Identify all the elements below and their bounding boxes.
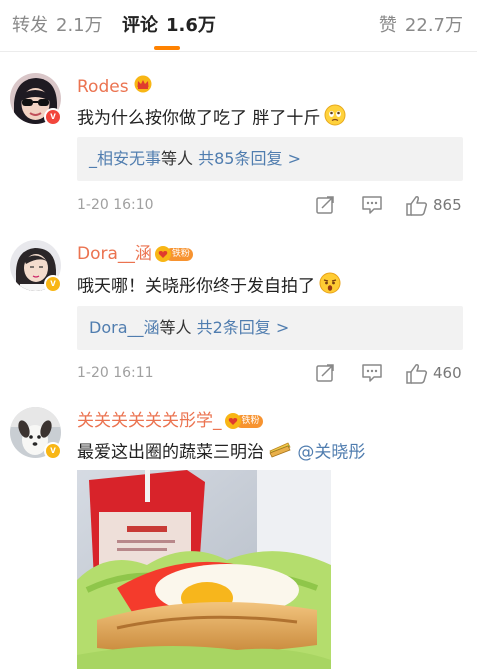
comment-username-text: 关关关关关关彤学_ bbox=[77, 411, 222, 431]
like-count: 460 bbox=[433, 364, 462, 382]
tab-reposts-label: 转发 bbox=[12, 15, 48, 36]
comment-text: 我为什么按你做了吃了 胖了十斤 bbox=[77, 104, 346, 133]
like-icon[interactable] bbox=[405, 363, 428, 384]
comment-username-text: Rodes bbox=[77, 77, 129, 97]
comment-text-content: 哦天哪！关晓彤你终于发自拍了 bbox=[77, 276, 315, 297]
user-mention-link[interactable]: @关晓彤 bbox=[297, 443, 365, 463]
tab-comments-count: 1.6万 bbox=[166, 15, 216, 36]
replies-mid-text: 等人 bbox=[159, 318, 192, 337]
fan-heart-icon bbox=[154, 246, 171, 262]
sandwich-emoji-icon bbox=[268, 439, 292, 466]
tab-reposts[interactable]: 转发 2.1万 bbox=[12, 14, 103, 38]
comment-tabs-bar: 转发 2.1万 评论 1.6万 赞 22.7万 bbox=[0, 0, 477, 52]
comment-time: 1-20 16:11 bbox=[77, 365, 154, 381]
tab-likes-count: 22.7万 bbox=[404, 15, 463, 36]
replies-preview[interactable]: _相安无事等人 共85条回复 > bbox=[77, 137, 463, 181]
active-tab-indicator bbox=[154, 46, 180, 50]
tab-likes[interactable]: 赞 22.7万 bbox=[379, 14, 463, 38]
tab-comments-label: 评论 bbox=[122, 15, 158, 36]
comment-meta: 1-20 16:11 460 bbox=[77, 362, 463, 384]
replies-mid-text: 等人 bbox=[161, 149, 194, 168]
comment-username-text: Dora__涵 bbox=[77, 244, 152, 264]
tab-likes-label: 赞 bbox=[378, 15, 397, 36]
comment-text-content: 我为什么按你做了吃了 胖了十斤 bbox=[77, 108, 321, 129]
tab-comments[interactable]: 评论 1.6万 bbox=[122, 14, 216, 38]
comment-text-content: 最爱这出圈的蔬菜三明治 bbox=[77, 442, 264, 463]
reply-icon[interactable] bbox=[361, 195, 383, 215]
replies-username[interactable]: Dora__涵 bbox=[89, 318, 160, 337]
shocked-face-emoji-icon bbox=[319, 272, 341, 301]
fan-badge-label: 铁粉 bbox=[241, 416, 260, 426]
sad-face-emoji-icon bbox=[324, 104, 346, 133]
crown-icon bbox=[133, 75, 153, 99]
comment-time: 1-20 16:10 bbox=[77, 197, 154, 213]
verified-badge-icon: v bbox=[44, 275, 62, 293]
comment-username[interactable]: 关关关关关关彤学_ 铁粉 bbox=[77, 410, 263, 432]
comment-meta: 1-20 16:10 865 bbox=[77, 194, 463, 216]
like-count: 865 bbox=[433, 196, 462, 214]
fan-badge-label: 铁粉 bbox=[171, 249, 190, 259]
comment-text: 哦天哪！关晓彤你终于发自拍了 bbox=[77, 272, 341, 301]
comment-text: 最爱这出圈的蔬菜三明治 @关晓彤 bbox=[77, 439, 365, 466]
replies-count-link[interactable]: 共2条回复 > bbox=[197, 318, 290, 337]
comment-username[interactable]: Dora__涵 铁粉 bbox=[77, 243, 193, 265]
fan-heart-icon bbox=[224, 413, 241, 429]
like-icon[interactable] bbox=[405, 195, 428, 216]
verified-badge-icon: v bbox=[44, 442, 62, 460]
sandwich-photo[interactable] bbox=[77, 470, 331, 669]
fan-badge: 铁粉 bbox=[224, 412, 263, 430]
replies-preview[interactable]: Dora__涵等人 共2条回复 > bbox=[77, 306, 463, 350]
replies-summary: Dora__涵等人 共2条回复 > bbox=[89, 317, 289, 339]
share-icon[interactable] bbox=[315, 195, 337, 215]
share-icon[interactable] bbox=[315, 363, 337, 383]
tab-reposts-count: 2.1万 bbox=[56, 15, 103, 36]
replies-summary: _相安无事等人 共85条回复 > bbox=[89, 148, 301, 170]
reply-icon[interactable] bbox=[361, 363, 383, 383]
replies-count-link[interactable]: 共85条回复 > bbox=[198, 149, 301, 168]
verified-badge-icon: v bbox=[44, 108, 62, 126]
comment-username[interactable]: Rodes bbox=[77, 75, 153, 99]
fan-badge: 铁粉 bbox=[154, 245, 193, 263]
replies-username[interactable]: _相安无事 bbox=[89, 149, 161, 168]
